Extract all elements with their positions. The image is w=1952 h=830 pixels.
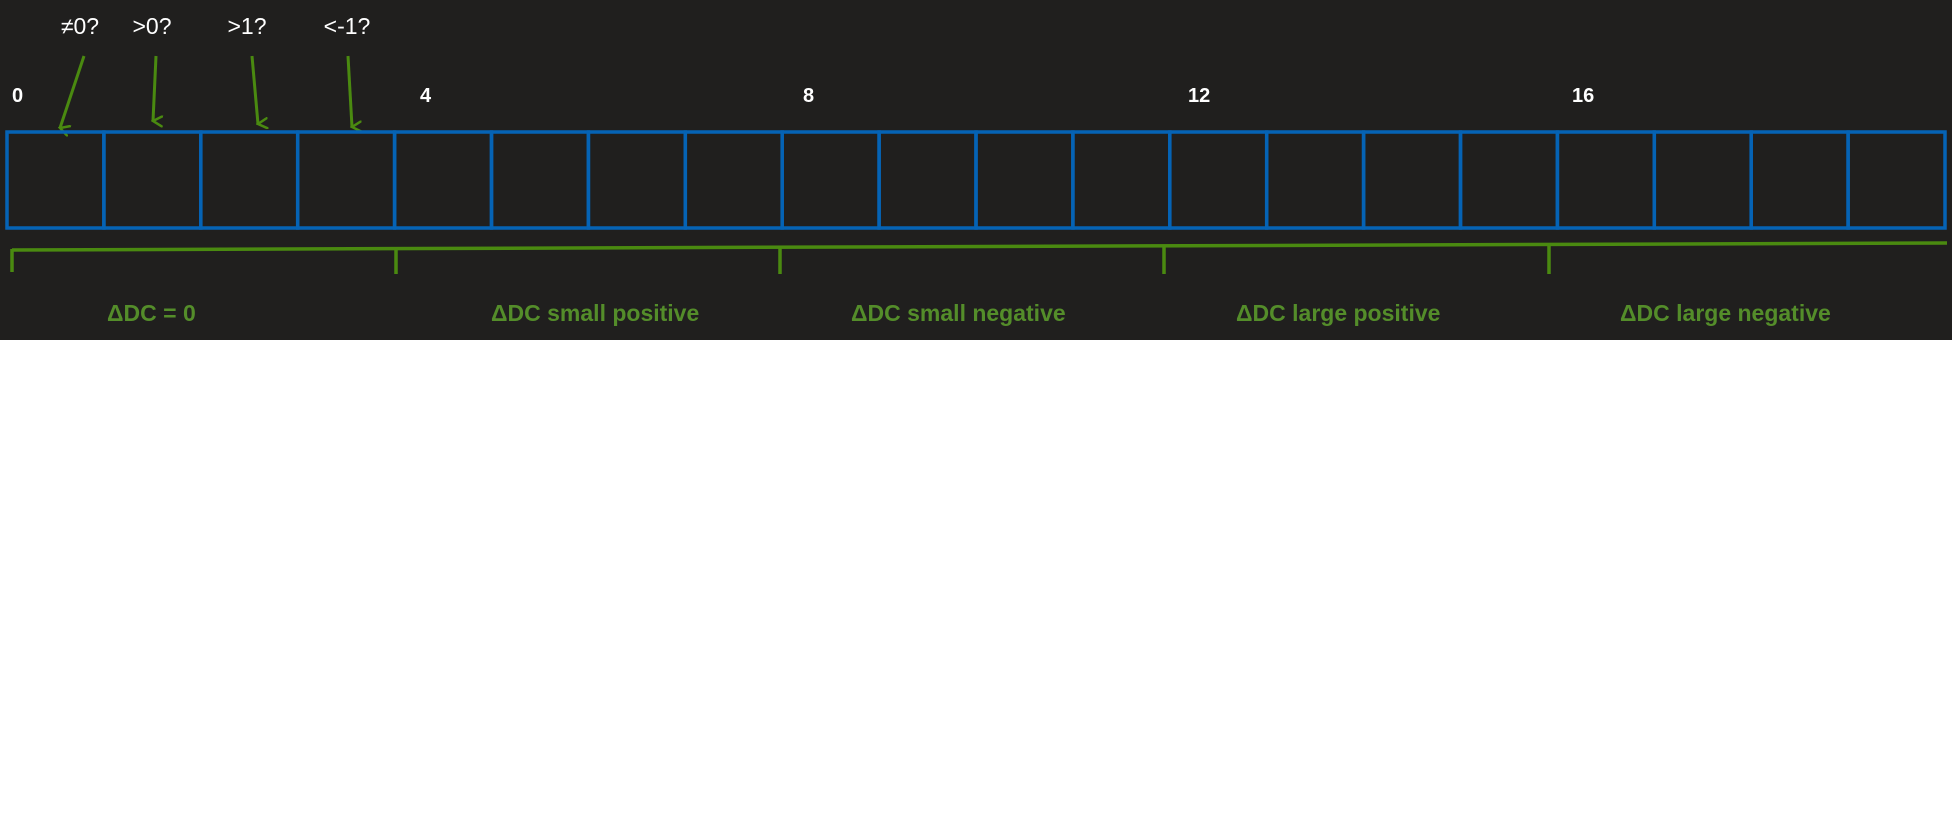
- cell-14: [1361, 130, 1463, 230]
- diagram-background: ≠0? >0? >1? <-1? 0 4 8 12 16 ΔDC = 0 ΔDC…: [0, 0, 1952, 340]
- cell-2: [199, 130, 300, 230]
- dc-coefficient-bit-diagram: ≠0? >0? >1? <-1? 0 4 8 12 16 ΔDC = 0 ΔDC…: [5, 13, 1948, 326]
- cell-1: [102, 130, 203, 230]
- cell-4: [392, 130, 494, 230]
- cell-15: [1458, 130, 1560, 230]
- cell-11: [1071, 130, 1172, 230]
- cell-8: [780, 130, 881, 230]
- index-label-4: 4: [420, 85, 432, 107]
- index-label-8: 8: [803, 85, 814, 107]
- cell-7: [683, 130, 784, 230]
- cell-9: [877, 130, 978, 230]
- index-label-16: 16: [1572, 85, 1594, 107]
- cell-16: [1555, 130, 1657, 230]
- range-labels: ΔDC = 0 ΔDC small positive ΔDC small neg…: [107, 300, 1831, 326]
- question-label-less-than-minus-one: <-1?: [324, 13, 371, 39]
- cell-0: [5, 130, 106, 230]
- arrow-nonzero: [60, 55, 86, 128]
- arrow-less-than-minus-one: [346, 55, 352, 127]
- bracket-baseline: [11, 241, 1948, 252]
- cell-17: [1652, 130, 1753, 230]
- range-bracket: [10, 241, 1948, 274]
- cell-6: [586, 130, 688, 230]
- question-label-positive: >0?: [132, 13, 171, 39]
- cell-10: [974, 130, 1075, 230]
- cell-5: [489, 130, 591, 230]
- cell-row: [5, 130, 1947, 230]
- range-label-small-negative: ΔDC small negative: [851, 300, 1066, 326]
- cell-13: [1264, 130, 1366, 230]
- index-labels: 0 4 8 12 16: [12, 85, 1594, 107]
- range-label-large-negative: ΔDC large negative: [1620, 300, 1831, 326]
- cell-3: [295, 130, 397, 230]
- cell-19: [1846, 130, 1947, 230]
- arrows: [60, 55, 352, 128]
- arrow-positive: [153, 55, 156, 121]
- cell-18: [1749, 130, 1850, 230]
- arrow-greater-than-one: [250, 55, 258, 124]
- range-label-zero: ΔDC = 0: [107, 300, 196, 326]
- cell-12: [1168, 130, 1269, 230]
- index-label-12: 12: [1188, 85, 1210, 107]
- question-label-greater-than-one: >1?: [227, 13, 266, 39]
- question-labels: ≠0? >0? >1? <-1?: [61, 13, 370, 39]
- index-label-0: 0: [12, 85, 23, 107]
- range-label-large-positive: ΔDC large positive: [1236, 300, 1440, 326]
- range-label-small-positive: ΔDC small positive: [491, 300, 699, 326]
- question-label-nonzero: ≠0?: [61, 13, 99, 39]
